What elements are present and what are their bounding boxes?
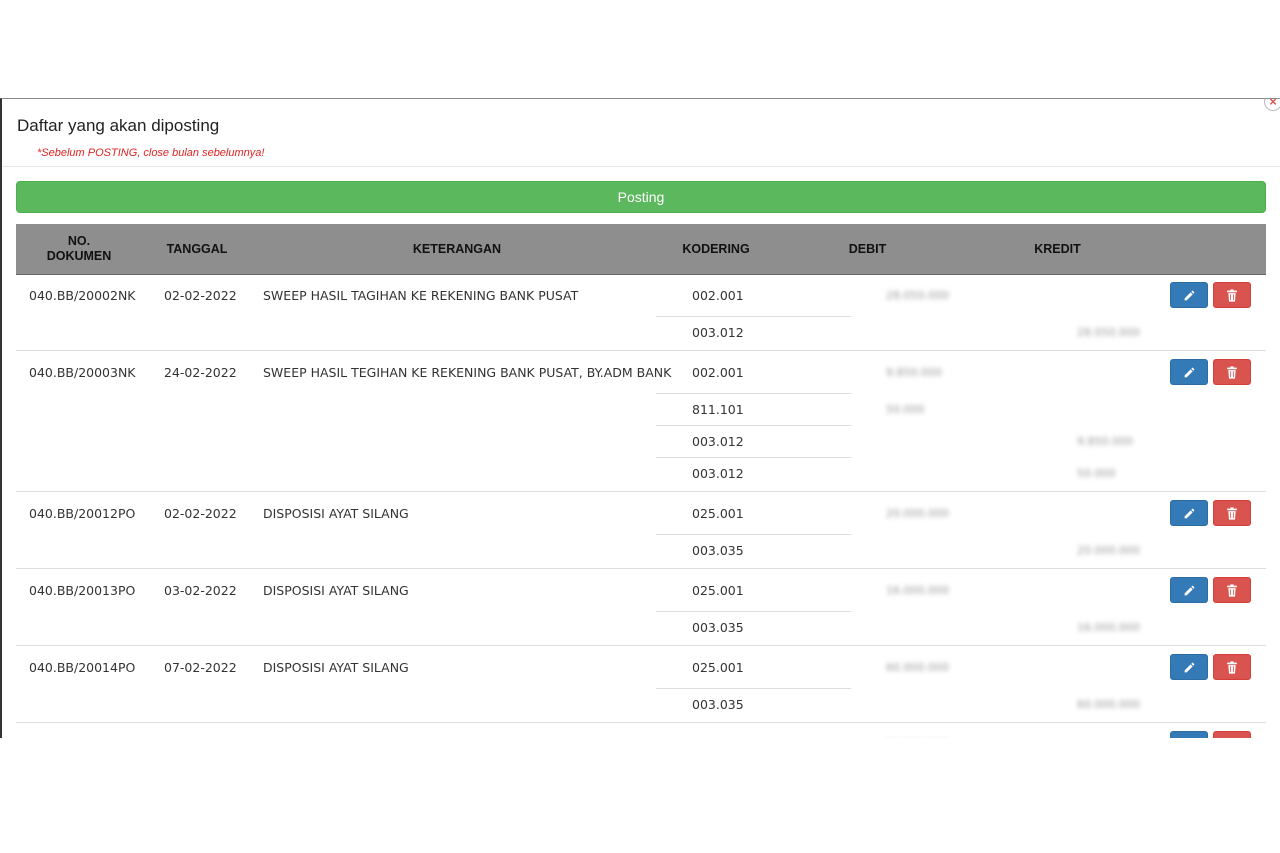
debit-amount: 28.050.000 bbox=[886, 289, 949, 302]
no-dokumen-cell: 040.BB/20012PO bbox=[29, 506, 136, 521]
kredit-amount: 28.050.000 bbox=[1077, 326, 1140, 339]
kredit-amount: 9.850.000 bbox=[1077, 435, 1133, 448]
kodering-cell: 003.035 bbox=[692, 697, 744, 712]
header-no-dokumen-line1: NO. bbox=[67, 234, 91, 248]
pencil-icon bbox=[1183, 289, 1196, 302]
tanggal-cell: 07-02-2022 bbox=[164, 660, 237, 675]
debit-amount: 20.000.000 bbox=[886, 507, 949, 520]
header-debit: DEBIT bbox=[848, 241, 887, 256]
tanggal-cell: 24-02-2022 bbox=[164, 365, 237, 380]
kodering-cell: 003.035 bbox=[692, 543, 744, 558]
tanggal-cell: 08-02-2022 bbox=[164, 737, 237, 738]
table-row: 040.BB/20003NK 24-02-2022 SWEEP HASIL TEGI… bbox=[16, 351, 1266, 492]
modal-header: Daftar yang akan diposting *Sebelum POST… bbox=[2, 99, 1280, 167]
kodering-cell: 003.012 bbox=[692, 466, 744, 481]
line-separator bbox=[656, 316, 851, 349]
modal-title: Daftar yang akan diposting bbox=[17, 116, 220, 135]
line-separator bbox=[656, 534, 851, 567]
edit-button[interactable] bbox=[1170, 359, 1208, 385]
trash-icon bbox=[1226, 506, 1238, 520]
edit-button[interactable] bbox=[1170, 654, 1208, 680]
header-kodering: KODERING bbox=[682, 241, 750, 256]
kredit-amount: 16.000.000 bbox=[1077, 621, 1140, 634]
table-row: 040.BB/20014PO 07-02-2022 DISPOSISI AYAT S… bbox=[16, 646, 1266, 723]
edit-button[interactable] bbox=[1170, 731, 1208, 738]
table-header: NO. DOKUMEN TANGGAL KETERANGAN KODERING … bbox=[16, 224, 1266, 275]
trash-icon bbox=[1226, 737, 1238, 738]
delete-button[interactable] bbox=[1213, 654, 1251, 680]
line-separator bbox=[656, 611, 851, 644]
table-row: 040.BB/20012PO 02-02-2022 DISPOSISI AYAT S… bbox=[16, 492, 1266, 569]
line-separator bbox=[656, 425, 851, 458]
trash-icon bbox=[1226, 288, 1238, 302]
keterangan-cell: SWEEP HASIL TEGIHAN KE REKENING BANK PUS… bbox=[263, 365, 672, 380]
table-row: 040.BB/20002NK 02-02-2022 SWEEP HASIL TAGI… bbox=[16, 274, 1266, 351]
debit-amount: 60.000.000 bbox=[886, 661, 949, 674]
posting-modal: × Daftar yang akan diposting *Sebelum PO… bbox=[0, 98, 1280, 738]
kodering-cell: 002.001 bbox=[692, 365, 744, 380]
header-keterangan: KETERANGAN bbox=[412, 241, 502, 256]
edit-button[interactable] bbox=[1170, 577, 1208, 603]
tanggal-cell: 02-02-2022 bbox=[164, 288, 237, 303]
line-separator bbox=[656, 688, 851, 721]
kodering-cell: 025.001 bbox=[692, 737, 744, 738]
header-kredit: KREDIT bbox=[1034, 241, 1081, 256]
trash-icon bbox=[1226, 660, 1238, 674]
delete-button[interactable] bbox=[1213, 359, 1251, 385]
pencil-icon bbox=[1183, 661, 1196, 674]
delete-button[interactable] bbox=[1213, 577, 1251, 603]
kodering-cell: 811.101 bbox=[692, 402, 744, 417]
keterangan-cell: DISPOSISI AYAT SILANG bbox=[263, 737, 409, 738]
no-dokumen-cell: 040.BB/20013PO bbox=[29, 583, 136, 598]
line-separator bbox=[656, 393, 851, 426]
trash-icon bbox=[1226, 583, 1238, 597]
kodering-cell: 025.001 bbox=[692, 506, 744, 521]
pencil-icon bbox=[1183, 738, 1196, 739]
debit-amount: 9.850.000 bbox=[886, 366, 942, 379]
keterangan-cell: DISPOSISI AYAT SILANG bbox=[263, 506, 409, 521]
modal-warning-note: *Sebelum POSTING, close bulan sebelumnya… bbox=[37, 147, 265, 159]
kodering-cell: 003.035 bbox=[692, 620, 744, 635]
keterangan-cell: DISPOSISI AYAT SILANG bbox=[263, 660, 409, 675]
edit-button[interactable] bbox=[1170, 282, 1208, 308]
no-dokumen-cell: 040.BB/20003NK bbox=[29, 365, 136, 380]
table-row: 040.BB/20015PO 08-02-2022 DISPOSISI AYAT S… bbox=[16, 723, 1266, 738]
table-row: 040.BB/20013PO 03-02-2022 DISPOSISI AYAT S… bbox=[16, 569, 1266, 646]
line-separator bbox=[656, 457, 851, 490]
debit-amount: 50.000 bbox=[886, 403, 925, 416]
pencil-icon bbox=[1183, 584, 1196, 597]
kodering-cell: 025.001 bbox=[692, 660, 744, 675]
trash-icon bbox=[1226, 365, 1238, 379]
kredit-amount: 60.000.000 bbox=[1077, 698, 1140, 711]
kredit-amount: 20.000.000 bbox=[1077, 544, 1140, 557]
pencil-icon bbox=[1183, 507, 1196, 520]
header-tanggal: TANGGAL bbox=[166, 241, 228, 256]
kodering-cell: 002.001 bbox=[692, 288, 744, 303]
keterangan-cell: SWEEP HASIL TAGIHAN KE REKENING BANK PUS… bbox=[263, 288, 579, 303]
posting-button[interactable]: Posting bbox=[16, 181, 1266, 213]
header-no-dokumen: NO. DOKUMEN bbox=[16, 224, 142, 274]
tanggal-cell: 03-02-2022 bbox=[164, 583, 237, 598]
kredit-amount: 50.000 bbox=[1077, 467, 1116, 480]
header-no-dokumen-line2: DOKUMEN bbox=[46, 249, 112, 263]
delete-button[interactable] bbox=[1213, 731, 1251, 738]
no-dokumen-cell: 040.BB/20014PO bbox=[29, 660, 136, 675]
edit-button[interactable] bbox=[1170, 500, 1208, 526]
debit-amount: 16.000.000 bbox=[886, 584, 949, 597]
pencil-icon bbox=[1183, 366, 1196, 379]
kodering-cell: 025.001 bbox=[692, 583, 744, 598]
no-dokumen-cell: 040.BB/20002NK bbox=[29, 288, 136, 303]
tanggal-cell: 02-02-2022 bbox=[164, 506, 237, 521]
no-dokumen-cell: 040.BB/20015PO bbox=[29, 737, 135, 738]
kodering-cell: 003.012 bbox=[692, 434, 744, 449]
table-body: 040.BB/20002NK 02-02-2022 SWEEP HASIL TAGI… bbox=[16, 274, 1266, 738]
kodering-cell: 003.012 bbox=[692, 325, 744, 340]
delete-button[interactable] bbox=[1213, 500, 1251, 526]
keterangan-cell: DISPOSISI AYAT SILANG bbox=[263, 583, 409, 598]
delete-button[interactable] bbox=[1213, 282, 1251, 308]
